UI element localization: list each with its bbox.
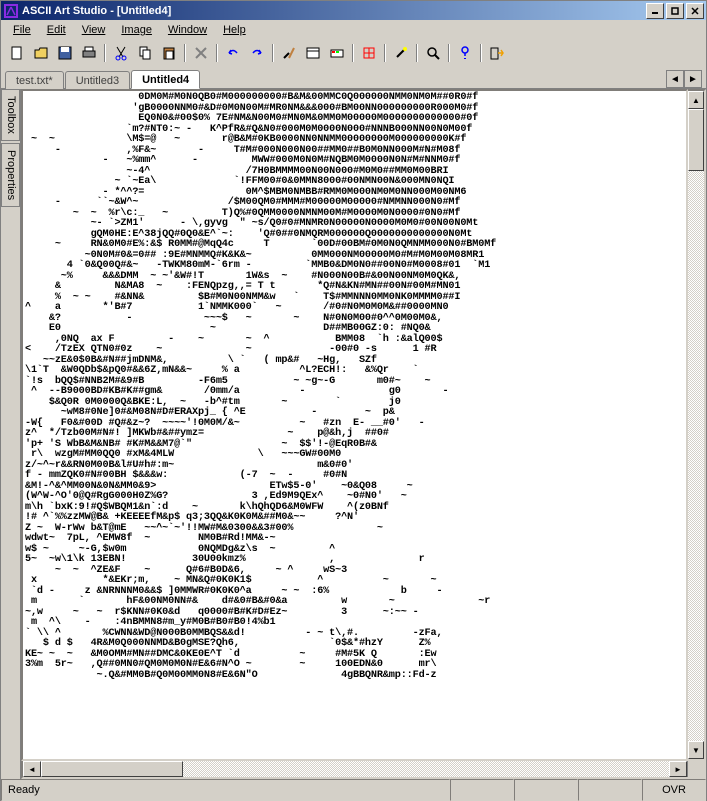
- copy-button[interactable]: [134, 42, 156, 64]
- tab-next-button[interactable]: ►: [684, 70, 702, 88]
- tab-untitled3[interactable]: Untitled3: [65, 71, 130, 89]
- palette-button[interactable]: [326, 42, 348, 64]
- menu-image[interactable]: Image: [113, 22, 160, 38]
- ascii-content: 0DM0M#M0N0QB0#M000000000#B&M&00MMC0Q0000…: [23, 91, 686, 683]
- statusbar: Ready OVR: [1, 779, 706, 800]
- app-icon: [3, 3, 19, 19]
- menu-view[interactable]: View: [74, 22, 114, 38]
- window-title: ASCII Art Studio - [Untitled4]: [22, 5, 646, 17]
- scroll-track-v[interactable]: [688, 109, 704, 741]
- redo-button[interactable]: [246, 42, 268, 64]
- properties-panel-tab[interactable]: Properties: [1, 143, 20, 207]
- scroll-thumb-h[interactable]: [41, 761, 183, 777]
- titlebar: ASCII Art Studio - [Untitled4]: [1, 1, 706, 20]
- save-button[interactable]: [54, 42, 76, 64]
- scroll-thumb-v[interactable]: [688, 109, 704, 171]
- menu-window[interactable]: Window: [160, 22, 215, 38]
- scroll-down-button[interactable]: ▼: [688, 741, 704, 759]
- close-button[interactable]: [686, 3, 704, 19]
- cut-button[interactable]: [110, 42, 132, 64]
- print-button[interactable]: [78, 42, 100, 64]
- toolbar: [1, 40, 706, 66]
- tab-test-txt[interactable]: test.txt*: [5, 71, 64, 89]
- scroll-right-button[interactable]: ►: [669, 761, 687, 777]
- editor-canvas[interactable]: 0DM0M#M0N0QB0#M000000000#B&M&00MMC0Q0000…: [21, 89, 688, 761]
- scroll-left-button[interactable]: ◄: [23, 761, 41, 777]
- help-button[interactable]: [454, 42, 476, 64]
- menu-file[interactable]: File: [5, 22, 39, 38]
- delete-button[interactable]: [190, 42, 212, 64]
- tools-button[interactable]: [278, 42, 300, 64]
- open-button[interactable]: [30, 42, 52, 64]
- scroll-up-button[interactable]: ▲: [688, 91, 704, 109]
- new-button[interactable]: [6, 42, 28, 64]
- undo-button[interactable]: [222, 42, 244, 64]
- tab-strip: test.txt* Untitled3 Untitled4 ◄ ►: [1, 66, 706, 89]
- zoom-button[interactable]: [422, 42, 444, 64]
- exit-button[interactable]: [486, 42, 508, 64]
- paste-button[interactable]: [158, 42, 180, 64]
- status-ovr: OVR: [642, 779, 706, 801]
- tab-untitled4[interactable]: Untitled4: [131, 70, 200, 89]
- menu-help[interactable]: Help: [215, 22, 254, 38]
- menubar: File Edit View Image Window Help: [1, 20, 706, 40]
- grid-button[interactable]: [358, 42, 380, 64]
- horizontal-scrollbar[interactable]: ◄ ►: [21, 761, 706, 779]
- menu-edit[interactable]: Edit: [39, 22, 74, 38]
- minimize-button[interactable]: [646, 3, 664, 19]
- properties-button[interactable]: [302, 42, 324, 64]
- toolbox-panel-tab[interactable]: Toolbox: [1, 89, 20, 141]
- maximize-button[interactable]: [666, 3, 684, 19]
- scroll-track-h[interactable]: [41, 761, 669, 777]
- status-cell-3: [578, 779, 642, 801]
- status-cell-1: [450, 779, 514, 801]
- vertical-scrollbar[interactable]: ▲ ▼: [688, 89, 706, 761]
- status-ready: Ready: [1, 779, 450, 801]
- scroll-corner: [687, 761, 704, 777]
- wand-button[interactable]: [390, 42, 412, 64]
- status-cell-2: [514, 779, 578, 801]
- tab-prev-button[interactable]: ◄: [666, 70, 684, 88]
